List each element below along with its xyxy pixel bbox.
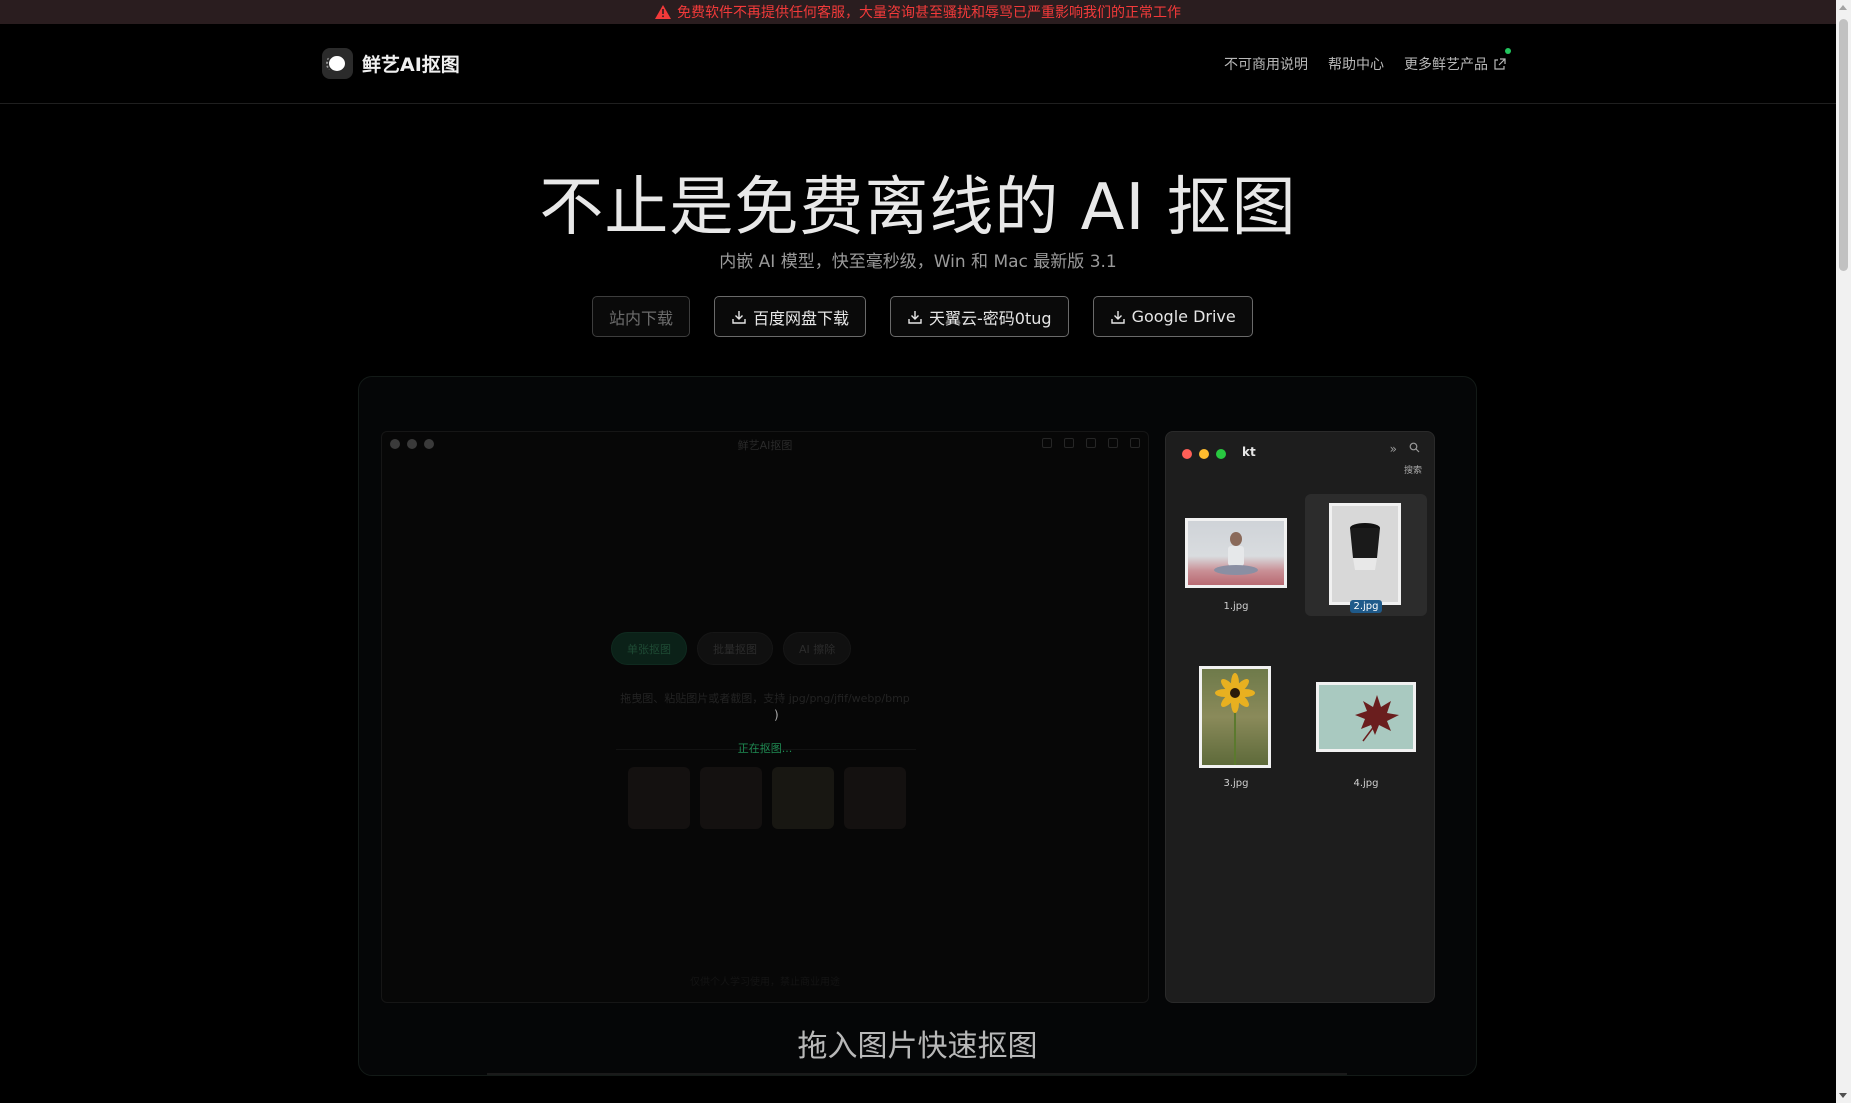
google-drive-download-label: Google Drive [1131,307,1236,326]
app-toolbar-icons [1042,438,1140,448]
file-thumbnail [1199,666,1271,768]
site-download-label: 站内下载 [609,308,674,328]
file-name: 1.jpg [1223,601,1249,612]
file-item[interactable]: 4.jpg [1305,658,1427,789]
single-cutout-button: 单张抠图 [611,632,687,665]
download-buttons: 站内下载 百度网盘下载 天翼云-密码0tug Google Drive [592,296,1253,337]
nav-link-more-products[interactable]: 更多鲜艺产品 [1404,48,1511,74]
top-nav: 不可商用说明 帮助中心 更多鲜艺产品 [1224,48,1511,74]
finder-toolbar: » [1390,442,1420,456]
ai-erase-button: AI 擦除 [783,632,852,665]
brand-name: 鲜艺AI抠图 [362,54,460,76]
file-thumbnail [1185,518,1287,588]
tianyi-download-button[interactable]: 天翼云-密码0tug [890,296,1069,337]
new-badge-dot [1505,48,1511,54]
external-link-icon [1494,57,1506,70]
chevrons-right-icon[interactable]: » [1390,442,1397,456]
showcase-divider [487,1073,1347,1075]
traffic-lights [1182,449,1226,459]
processing-status: 正在抠图... [737,742,793,755]
demo-showcase: 鲜艺AI抠图 单张抠图 批量抠图 AI 擦除 拖曳图、粘贴图片或者截图，支持 j… [358,376,1477,1076]
file-thumbnail [1329,503,1401,605]
download-icon [1110,310,1125,324]
showcase-caption: 拖入图片快速抠图 [797,1029,1038,1064]
download-icon [908,310,922,324]
banner-text: 免费软件不再提供任何客服，大量咨询甚至骚扰和辱骂已严重影响我们的正常工作 [677,5,1181,21]
file-browser-window: kt » 搜索 1.jpg 2.jpg 3.jpg 4.jpg [1165,431,1435,1003]
app-window-preview: 鲜艺AI抠图 单张抠图 批量抠图 AI 擦除 拖曳图、粘贴图片或者截图，支持 j… [381,431,1149,1003]
logo-mark-icon [322,48,353,79]
app-action-buttons: 单张抠图 批量抠图 AI 擦除 [611,632,852,665]
folder-title: kt [1242,445,1256,459]
app-footer-hint: 仅供个人学习使用，禁止商业用途 [690,977,840,988]
file-item[interactable]: 1.jpg [1175,494,1297,616]
file-name: 3.jpg [1223,778,1249,789]
file-name: 4.jpg [1353,778,1379,789]
site-download-button[interactable]: 站内下载 [592,296,691,337]
download-icon [732,310,746,324]
scroll-down-arrow-icon[interactable] [1839,1093,1847,1098]
drop-hint: 拖曳图、粘贴图片或者截图，支持 jpg/png/jfif/webp/bmp [620,692,910,705]
site-header: 鲜艺AI抠图 不可商用说明 帮助中心 更多鲜艺产品 [0,24,1836,104]
nav-link-help-center[interactable]: 帮助中心 [1328,54,1384,74]
warning-banner: 免费软件不再提供任何客服，大量咨询甚至骚扰和辱骂已严重影响我们的正常工作 [0,0,1836,24]
search-icon[interactable] [1409,442,1420,453]
scroll-up-arrow-icon[interactable] [1839,5,1847,10]
google-drive-download-button[interactable]: Google Drive [1092,296,1253,337]
baidu-download-button[interactable]: 百度网盘下载 [714,296,867,337]
baidu-download-label: 百度网盘下载 [753,308,850,328]
warning-icon [655,5,671,19]
hero-subtitle: 内嵌 AI 模型，快至毫秒级，Win 和 Mac 最新版 3.1 [719,252,1117,272]
tianyi-download-label: 天翼云-密码0tug [929,308,1052,328]
cursor-caret: ) [774,708,779,722]
app-window-title: 鲜艺AI抠图 [737,439,793,452]
file-item-selected[interactable]: 2.jpg [1305,494,1427,616]
file-item[interactable]: 3.jpg [1175,658,1297,789]
search-label: 搜索 [1403,466,1422,476]
file-thumbnail [1316,682,1416,752]
hero-title: 不止是免费离线的 AI 抠图 [539,171,1297,245]
batch-cutout-button: 批量抠图 [697,632,773,665]
page-scrollbar[interactable] [1836,0,1851,1103]
file-name: 2.jpg [1305,600,1427,613]
scrollbar-thumb[interactable] [1839,19,1848,271]
nav-link-more-products-label: 更多鲜艺产品 [1404,57,1488,73]
nav-link-non-commercial[interactable]: 不可商用说明 [1224,54,1308,74]
sample-thumbnails [628,767,906,829]
brand-logo[interactable]: 鲜艺AI抠图 [322,48,460,79]
